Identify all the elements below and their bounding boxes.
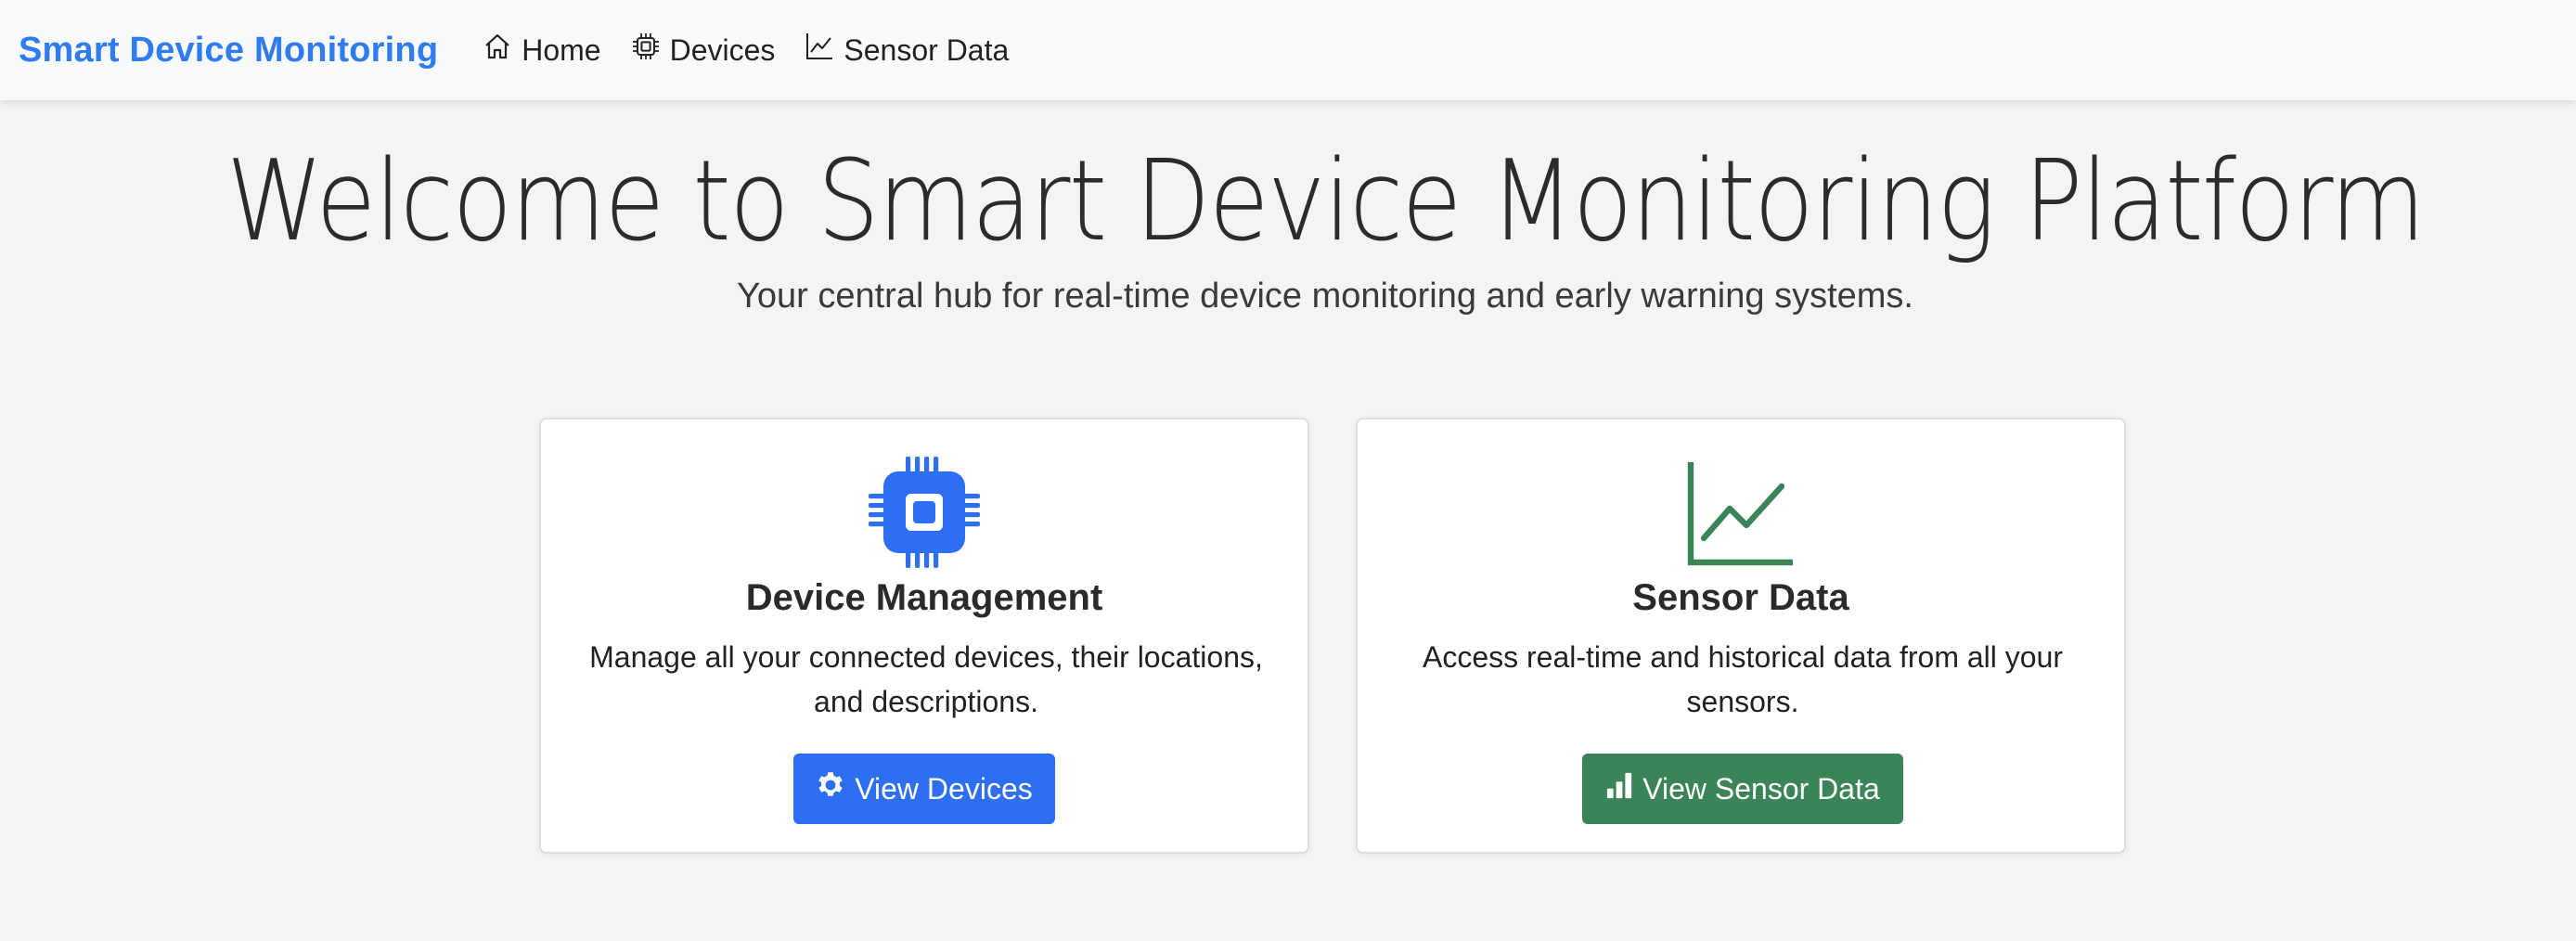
bar-chart-icon	[1605, 771, 1642, 806]
view-sensor-data-button[interactable]: View Sensor Data	[1582, 754, 1903, 824]
button-label: View Sensor Data	[1642, 771, 1880, 806]
nav-link-sensor-data[interactable]: Sensor Data	[805, 32, 1009, 69]
nav-link-home[interactable]: Home	[483, 32, 601, 69]
brand-link[interactable]: Smart Device Monitoring	[19, 31, 438, 71]
line-chart-icon	[1358, 457, 2124, 568]
button-label: View Devices	[855, 771, 1033, 806]
nav-link-label: Sensor Data	[844, 32, 1010, 67]
card-title: Sensor Data	[1632, 577, 1849, 618]
device-management-card: Device Management Manage all your connec…	[539, 418, 1309, 854]
card-description: Access real-time and historical data fro…	[1422, 640, 2064, 718]
cpu-icon	[631, 32, 670, 69]
view-devices-button[interactable]: View Devices	[793, 754, 1055, 824]
nav-link-devices[interactable]: Devices	[631, 32, 776, 69]
page-subtitle: Your central hub for real-time device mo…	[737, 277, 1913, 316]
card-description: Manage all your connected devices, their…	[589, 640, 1263, 718]
nav-link-label: Home	[522, 32, 601, 67]
nav-link-label: Devices	[669, 32, 776, 67]
gear-icon	[816, 770, 855, 807]
graph-icon	[805, 32, 844, 69]
page-title: Welcome to Smart Device Monitoring Platf…	[225, 137, 2426, 266]
home-icon	[483, 32, 522, 69]
top-navbar: Smart Device Monitoring Home Devices Sen…	[0, 0, 2576, 100]
cpu-icon	[541, 457, 1307, 568]
card-title: Device Management	[745, 577, 1103, 618]
sensor-data-card: Sensor Data Access real-time and histori…	[1356, 418, 2126, 854]
